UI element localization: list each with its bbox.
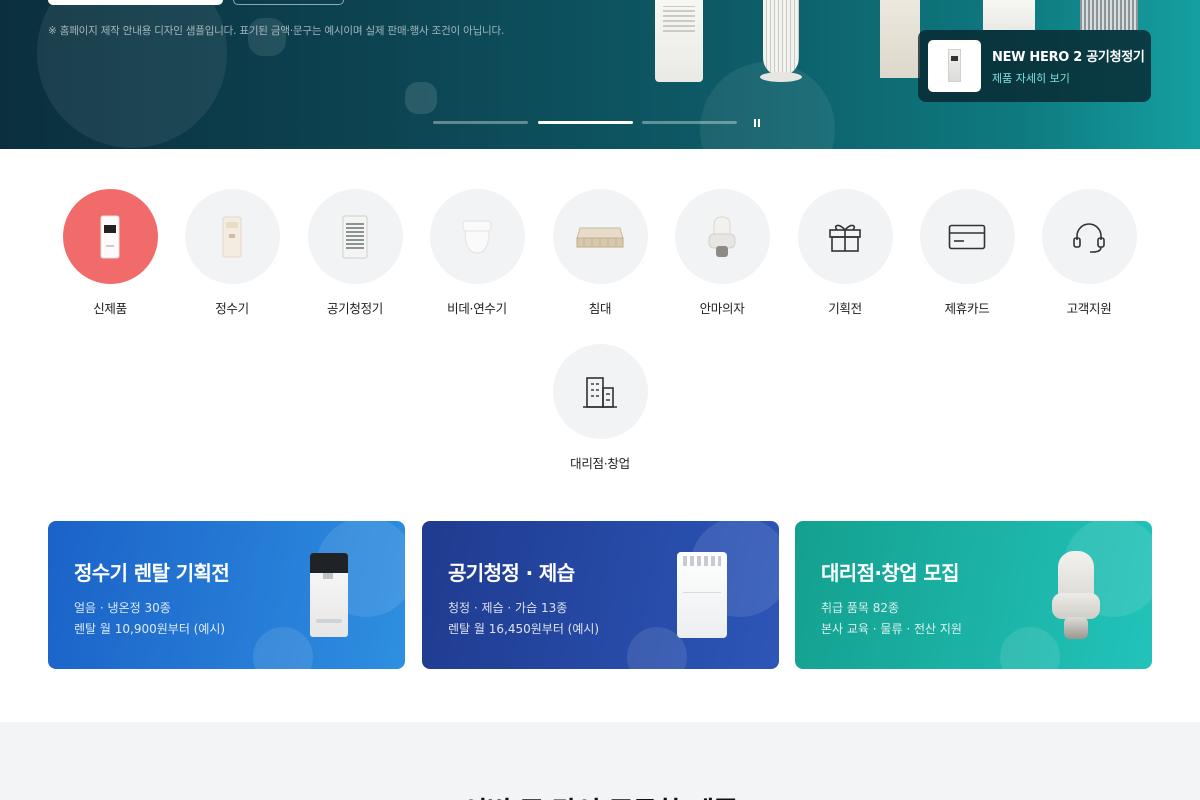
dehumidifier-product-image	[677, 552, 727, 638]
category-water-purifier[interactable]: 정수기	[177, 189, 287, 317]
category-dealer-startup[interactable]: 대리점·창업	[545, 344, 655, 472]
category-massage-chair[interactable]: 안마의자	[667, 189, 777, 317]
hero-product-card[interactable]: NEW HERO 2 공기청정기 제품 자세히 보기	[918, 30, 1151, 102]
air-purifier-icon	[307, 189, 403, 284]
category-bed[interactable]: 침대	[545, 189, 655, 317]
bidet-icon	[429, 189, 525, 284]
hero-product-link[interactable]: 제품 자세히 보기	[992, 70, 1070, 86]
category-label: 침대	[588, 301, 612, 316]
section-title: 이번 주 많이 주문한 제품	[0, 790, 1200, 800]
category-new-product[interactable]: 신제품	[55, 189, 165, 317]
massage-chair-icon	[674, 189, 770, 284]
slide-indicator-1[interactable]	[433, 121, 528, 124]
category-air-purifier[interactable]: 공기청정기	[300, 189, 410, 317]
hero-product-tower-purifier	[760, 0, 802, 82]
hero-product-thumbnail	[928, 40, 981, 92]
hero-disclaimer: ※ 홈페이지 제작 안내용 디자인 샘플입니다. 표기된 금액·문구는 예시이며…	[48, 25, 505, 37]
hero-product-dehumidifier	[655, 0, 703, 82]
category-customer-support[interactable]: 고객지원	[1034, 189, 1144, 317]
promo-banner-air-care[interactable]: 공기청정 · 제습 청정 · 제습 · 가습 13종 렌탈 월 16,450원부…	[422, 521, 779, 669]
category-label: 안마의자	[699, 301, 745, 316]
hero-deco-bubble	[405, 82, 437, 114]
massage-chair-product-image	[1050, 551, 1102, 639]
category-label: 기획전	[828, 301, 862, 316]
hero-primary-button[interactable]	[48, 0, 223, 5]
category-label: 정수기	[215, 301, 249, 316]
best-products-section: 이번 주 많이 주문한 제품	[0, 722, 1200, 800]
hero-banner[interactable]: ※ 홈페이지 제작 안내용 디자인 샘플입니다. 표기된 금액·문구는 예시이며…	[0, 0, 1200, 149]
hero-product-purifier	[983, 0, 1035, 30]
hero-product-filter-purifier	[1080, 0, 1138, 30]
promo-line: 청정 · 제습 · 가습 13종	[448, 601, 568, 615]
pause-icon[interactable]	[752, 117, 762, 129]
gift-icon	[797, 189, 893, 284]
slide-indicator-2[interactable]	[538, 121, 633, 124]
hero-product-slim-purifier	[880, 0, 920, 78]
mattress-icon	[552, 189, 648, 284]
category-label: 제휴카드	[944, 301, 990, 316]
promo-line: 본사 교육 · 물류 · 전산 지원	[821, 622, 962, 636]
promo-banner-dealer-recruit[interactable]: 대리점·창업 모집 취급 품목 82종 본사 교육 · 물류 · 전산 지원	[795, 521, 1152, 669]
promo-deco-circle	[253, 627, 313, 669]
water-purifier-product-image	[310, 553, 348, 637]
category-promotion[interactable]: 기획전	[790, 189, 900, 317]
hero-product-title: NEW HERO 2 공기청정기	[992, 50, 1145, 65]
category-label: 대리점·창업	[570, 456, 630, 471]
new-product-icon	[62, 189, 158, 284]
category-label: 고객지원	[1066, 301, 1112, 316]
promo-line: 렌탈 월 10,900원부터 (예시)	[74, 622, 226, 636]
promo-title: 정수기 렌탈 기획전	[74, 561, 230, 585]
promo-banner-water-purifier[interactable]: 정수기 렌탈 기획전 얼음 · 냉온정 30종 렌탈 월 10,900원부터 (…	[48, 521, 405, 669]
promo-line: 렌탈 월 16,450원부터 (예시)	[448, 622, 600, 636]
slide-indicator-3[interactable]	[642, 121, 737, 124]
category-label: 공기청정기	[326, 301, 383, 316]
card-icon	[919, 189, 1015, 284]
category-label: 비데·연수기	[447, 301, 507, 316]
hero-secondary-button[interactable]	[233, 0, 344, 5]
building-icon	[552, 344, 648, 439]
category-partner-card[interactable]: 제휴카드	[912, 189, 1022, 317]
water-purifier-icon	[184, 189, 280, 284]
promo-title: 공기청정 · 제습	[448, 561, 575, 585]
headset-icon	[1041, 189, 1137, 284]
promo-line: 취급 품목 82종	[821, 601, 900, 615]
category-label: 신제품	[93, 301, 127, 316]
promo-title: 대리점·창업 모집	[821, 561, 960, 585]
category-bidet[interactable]: 비데·연수기	[422, 189, 532, 317]
promo-line: 얼음 · 냉온정 30종	[74, 601, 171, 615]
